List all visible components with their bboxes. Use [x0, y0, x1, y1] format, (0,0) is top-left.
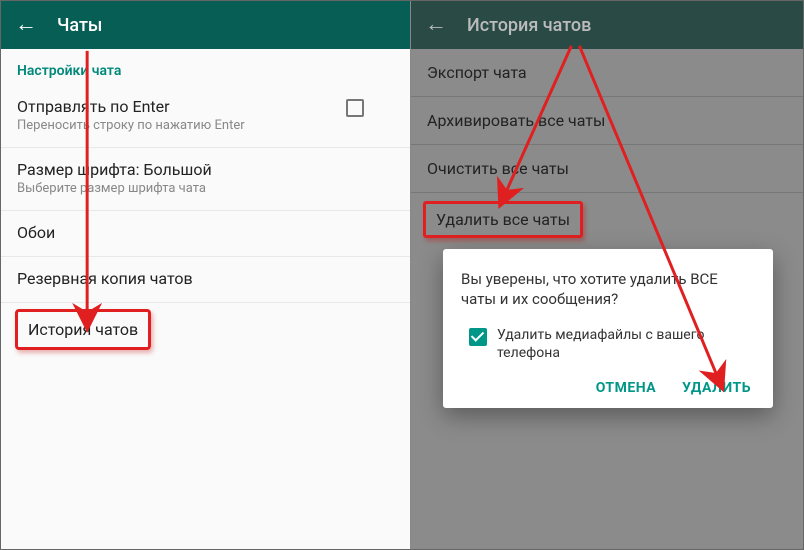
dialog-text: Вы уверены, что хотите удалить ВСЕ чаты … — [461, 269, 755, 310]
back-arrow-icon[interactable]: ← — [425, 14, 447, 36]
row-subtitle: Переносить строку по нажатию Enter — [17, 118, 245, 133]
row-clear-all[interactable]: Очистить все чаты — [411, 145, 803, 193]
checkbox-unchecked-icon[interactable] — [346, 99, 364, 117]
row-export-chat[interactable]: Экспорт чата — [411, 49, 803, 97]
row-backup-chats[interactable]: Резервная копия чатов — [1, 257, 410, 303]
header-title: История чатов — [467, 15, 591, 36]
row-title: Обои — [17, 223, 55, 242]
row-title: Отправлять по Enter — [17, 97, 245, 116]
header-chats: ← Чаты — [1, 1, 410, 49]
chats-settings-pane: ← Чаты Настройки чата Отправлять по Ente… — [1, 1, 411, 549]
checkbox-checked-icon[interactable] — [469, 328, 487, 346]
row-wallpaper[interactable]: Обои — [1, 211, 410, 257]
row-title: Удалить все чаты — [436, 210, 570, 229]
row-title: Размер шрифта: Большой — [17, 160, 212, 179]
row-title: Экспорт чата — [427, 63, 787, 82]
dialog-actions: ОТМЕНА УДАЛИТЬ — [461, 380, 755, 396]
header-title: Чаты — [57, 15, 102, 36]
chat-history-pane: ← История чатов Экспорт чата Архивироват… — [411, 1, 803, 549]
row-title: Резервная копия чатов — [17, 269, 193, 288]
back-arrow-icon[interactable]: ← — [15, 14, 37, 36]
row-title: Очистить все чаты — [427, 159, 787, 178]
row-subtitle: Выберите размер шрифта чата — [17, 181, 212, 196]
row-archive-all[interactable]: Архивировать все чаты — [411, 97, 803, 145]
row-send-on-enter[interactable]: Отправлять по Enter Переносить строку по… — [1, 85, 410, 148]
dialog-check-label: Удалить медиафайлы с вашего телефона — [497, 326, 755, 362]
row-title: Архивировать все чаты — [427, 111, 787, 130]
chat-history-body: Экспорт чата Архивировать все чаты Очист… — [411, 49, 803, 549]
section-title: Настройки чата — [1, 49, 410, 85]
dialog-media-checkbox-row[interactable]: Удалить медиафайлы с вашего телефона — [461, 326, 755, 362]
row-title: История чатов — [28, 320, 138, 339]
chats-settings-body: Настройки чата Отправлять по Enter Перен… — [1, 49, 410, 549]
confirm-delete-dialog: Вы уверены, что хотите удалить ВСЕ чаты … — [443, 249, 773, 408]
header-chat-history: ← История чатов — [411, 1, 803, 49]
confirm-delete-button[interactable]: УДАЛИТЬ — [682, 380, 751, 396]
row-delete-all-highlight[interactable]: Удалить все чаты — [423, 201, 583, 238]
row-font-size[interactable]: Размер шрифта: Большой Выберите размер ш… — [1, 148, 410, 211]
row-chat-history-highlight[interactable]: История чатов — [15, 309, 151, 350]
cancel-button[interactable]: ОТМЕНА — [596, 380, 656, 396]
